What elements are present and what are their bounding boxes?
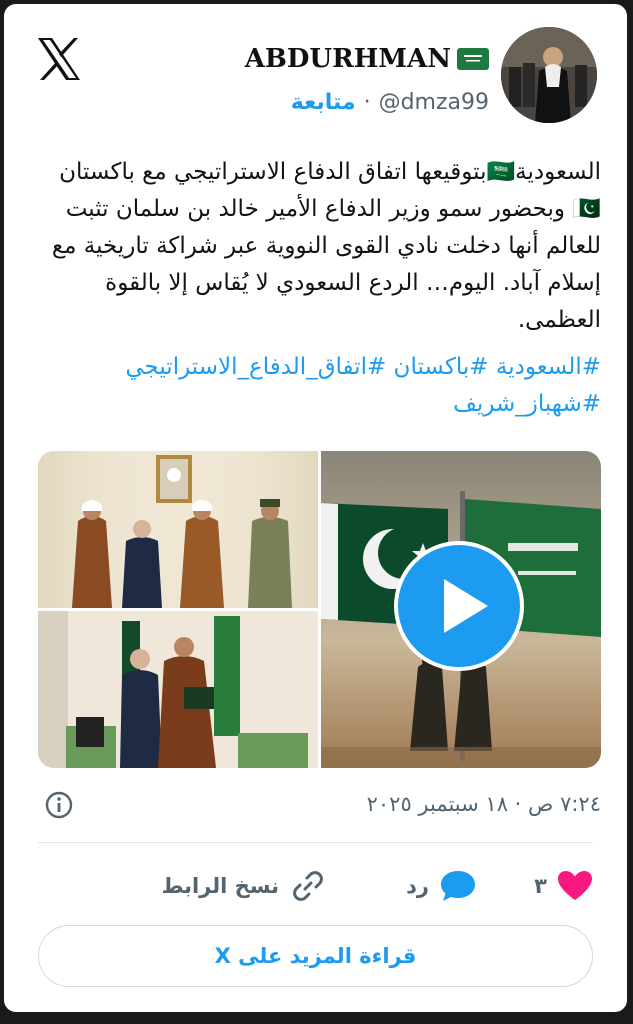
tweet-embed-card: ABDURHMAN متابعة · @dmza99 السعودية🇸🇦بتو… (4, 4, 627, 1012)
photo-ceremony-top[interactable] (38, 451, 318, 608)
timestamp[interactable]: ٧:٢٤ ص · ١٨ سبتمبر ٢٠٢٥ (367, 792, 601, 816)
avatar[interactable] (501, 27, 597, 123)
like-count: ٣ (534, 874, 547, 898)
like-button[interactable]: ٣ (534, 864, 593, 908)
reply-button[interactable]: رد (406, 864, 477, 908)
divider (38, 842, 593, 843)
copy-link-label: نسخ الرابط (161, 874, 279, 898)
photo-ceremony-bottom[interactable] (38, 611, 318, 768)
heart-icon (558, 871, 592, 900)
user-handle[interactable]: @dmza99 (379, 90, 489, 115)
x-logo-icon[interactable] (34, 34, 84, 84)
follow-link[interactable]: متابعة (291, 90, 356, 115)
play-icon (444, 579, 488, 633)
media-grid[interactable] (38, 451, 601, 768)
saudi-flag-icon (457, 48, 489, 70)
reply-bubble-icon (441, 871, 475, 901)
play-button[interactable] (394, 541, 524, 671)
reply-label: رد (406, 874, 429, 898)
handle-row: متابعة · @dmza99 (291, 90, 489, 115)
display-name-row[interactable]: ABDURHMAN (245, 44, 489, 74)
hashtags[interactable]: #السعودية #باكستان #اتفاق_الدفاع_الاسترا… (32, 349, 601, 423)
timestamp-row: ٧:٢٤ ص · ١٨ سبتمبر ٢٠٢٥ (44, 790, 601, 822)
read-more-button[interactable]: قراءة المزيد على X (38, 925, 593, 987)
action-bar: ٣ رد نسخ الرابط (4, 864, 627, 908)
display-name[interactable]: ABDURHMAN (245, 44, 451, 74)
link-icon (293, 871, 323, 901)
tweet-text: السعودية🇸🇦بتوقيعها اتفاق الدفاع الاسترات… (51, 159, 601, 333)
info-icon[interactable] (44, 790, 74, 820)
copy-link-button[interactable]: نسخ الرابط (162, 864, 327, 908)
separator: · (363, 90, 371, 115)
